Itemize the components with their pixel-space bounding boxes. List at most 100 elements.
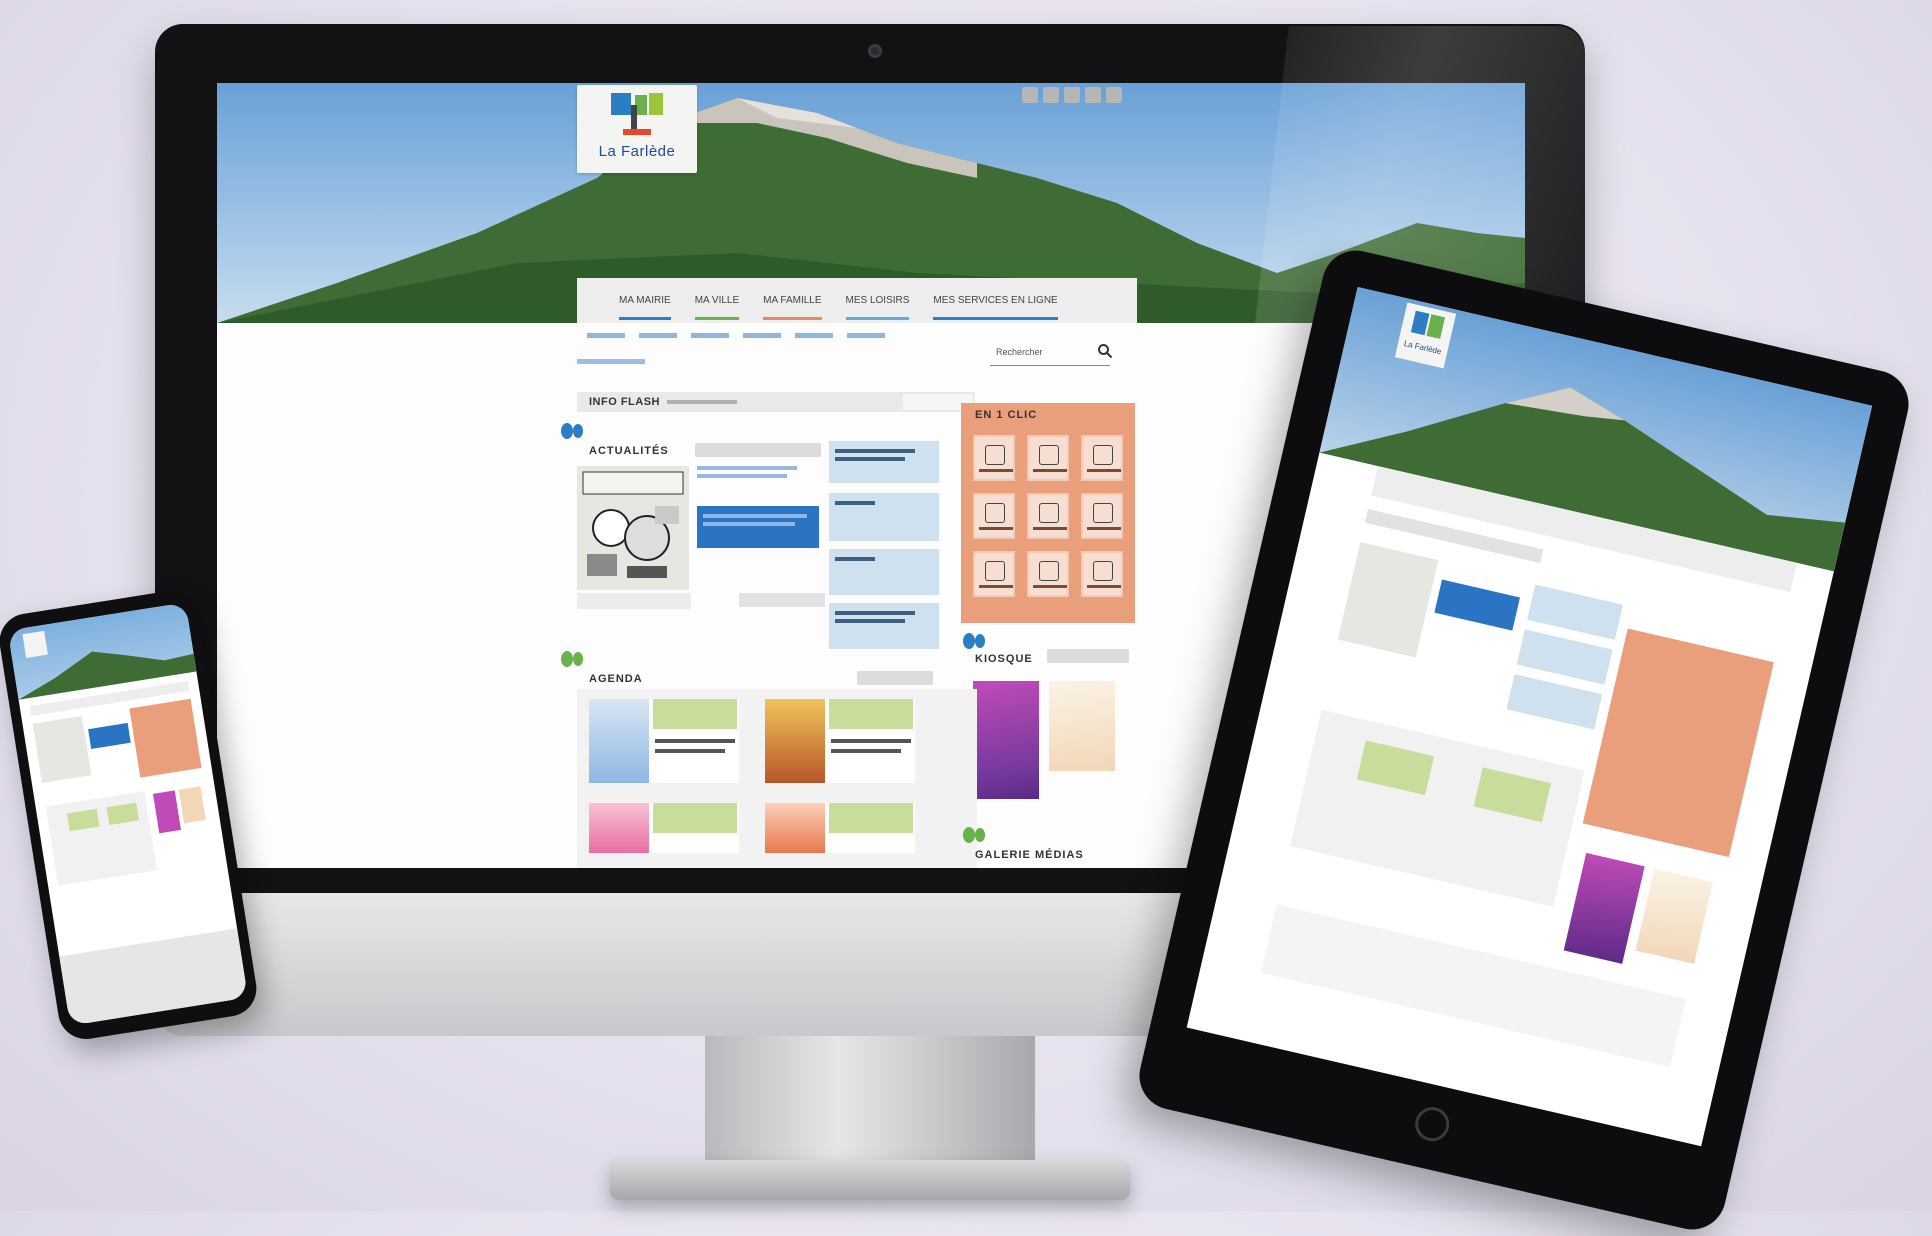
quick-link[interactable] — [691, 333, 729, 338]
shortcut-label — [979, 527, 1013, 530]
lire-la-suite-button[interactable] — [739, 593, 825, 607]
phone-news-image[interactable] — [32, 715, 92, 784]
site-logo[interactable]: La Farlède — [577, 85, 697, 173]
instagram-icon[interactable] — [1085, 87, 1101, 103]
phone-news-item-active[interactable] — [88, 722, 131, 749]
quick-link[interactable] — [743, 333, 781, 338]
tablet-kiosque-magazine[interactable] — [1563, 852, 1645, 964]
agenda-title: AGENDA — [589, 673, 643, 685]
clic-shortcut[interactable] — [973, 435, 1015, 481]
toute-actualite-button[interactable] — [695, 443, 821, 457]
phone-footer — [59, 928, 249, 1026]
phone-kiosque-magazine[interactable] — [152, 790, 181, 834]
quick-link[interactable] — [795, 333, 833, 338]
leaf-icon — [963, 633, 985, 649]
tablet-logo-text: La Farlède — [1403, 338, 1443, 357]
news-item-active[interactable] — [697, 506, 819, 548]
news-card[interactable] — [829, 493, 939, 541]
shortcut-label — [979, 469, 1013, 472]
clic-shortcut[interactable] — [1081, 435, 1123, 481]
clic-shortcut[interactable] — [1081, 493, 1123, 539]
breadcrumb[interactable] — [577, 359, 645, 364]
news-thumbnails[interactable] — [577, 593, 691, 609]
news-card[interactable] — [829, 603, 939, 649]
search-input[interactable]: Rechercher — [990, 341, 1110, 366]
event-date — [655, 749, 725, 753]
nav-ma-famille[interactable]: MA FAMILLE — [751, 278, 833, 323]
event-title — [829, 699, 913, 729]
phone-en-un-clic-panel — [129, 698, 202, 778]
tout-le-kiosque-button[interactable] — [1047, 649, 1129, 663]
nav-ma-mairie[interactable]: MA MAIRIE — [607, 278, 683, 323]
camera-icon — [868, 44, 882, 58]
agenda-event[interactable] — [765, 803, 915, 853]
logo-tree-icon — [611, 93, 663, 135]
shortcut-icon — [985, 503, 1005, 523]
phone-kiosque-magazine[interactable] — [178, 786, 206, 824]
tablet-en-un-clic-panel — [1582, 628, 1774, 858]
quick-links — [587, 333, 885, 338]
tablet-news-item-active[interactable] — [1434, 579, 1520, 631]
galerie-title: GALERIE MÉDIAS — [975, 849, 1084, 861]
tablet-kiosque-magazine[interactable] — [1635, 868, 1713, 964]
event-date — [831, 739, 911, 743]
news-card[interactable] — [829, 549, 939, 595]
event-date — [655, 739, 735, 743]
tablet-news-card[interactable] — [1527, 584, 1623, 640]
shortcut-label — [1033, 527, 1067, 530]
agenda-event[interactable] — [589, 803, 739, 853]
kiosque-title: KIOSQUE — [975, 653, 1033, 665]
tablet-news-image[interactable] — [1337, 542, 1439, 658]
agenda-event[interactable] — [765, 699, 915, 783]
phone-site-logo[interactable] — [22, 630, 48, 658]
tablet-news-card[interactable] — [1506, 674, 1603, 730]
clic-shortcut[interactable] — [1027, 435, 1069, 481]
shortcut-label — [1033, 585, 1067, 588]
search-placeholder: Rechercher — [996, 347, 1043, 357]
shortcut-icon — [1039, 445, 1059, 465]
news-image[interactable] — [577, 466, 689, 590]
shortcut-icon — [1039, 503, 1059, 523]
nav-ma-ville[interactable]: MA VILLE — [683, 278, 751, 323]
leaf-icon — [561, 423, 583, 439]
rss-icon[interactable] — [1106, 87, 1122, 103]
event-title — [653, 803, 737, 833]
tout-agenda-button[interactable] — [857, 671, 933, 685]
youtube-icon[interactable] — [1064, 87, 1080, 103]
shortcut-icon — [985, 445, 1005, 465]
phone-agenda — [45, 791, 157, 886]
nav-mes-loisirs[interactable]: MES LOISIRS — [834, 278, 922, 323]
en-un-clic-header: EN 1 CLIC — [961, 403, 1135, 425]
clic-shortcut[interactable] — [1081, 551, 1123, 597]
facebook-icon[interactable] — [1022, 87, 1038, 103]
event-image — [589, 699, 649, 783]
news-item[interactable] — [697, 466, 819, 502]
clic-shortcut[interactable] — [973, 551, 1015, 597]
search-icon[interactable] — [1097, 343, 1113, 359]
actualites-title: ACTUALITÉS — [589, 445, 669, 457]
main-nav: MA MAIRIE MA VILLE MA FAMILLE MES LOISIR… — [577, 278, 1137, 323]
nav-mes-services-en-ligne[interactable]: MES SERVICES EN LIGNE — [921, 278, 1069, 323]
logo-text: La Farlède — [598, 143, 676, 160]
news-card[interactable] — [829, 441, 939, 483]
monitor-stand — [705, 1036, 1035, 1171]
twitter-icon[interactable] — [1043, 87, 1059, 103]
info-flash-text — [667, 400, 737, 404]
clic-shortcut[interactable] — [1027, 493, 1069, 539]
quick-link[interactable] — [639, 333, 677, 338]
clic-shortcut[interactable] — [1027, 551, 1069, 597]
kiosque-magazine[interactable] — [1049, 681, 1115, 771]
leaf-icon — [561, 651, 583, 667]
event-date — [831, 749, 901, 753]
quick-link[interactable] — [847, 333, 885, 338]
event-title — [829, 803, 913, 833]
kiosque-magazine[interactable] — [973, 681, 1039, 799]
event-image — [765, 803, 825, 853]
agenda-event[interactable] — [589, 699, 739, 783]
clic-shortcut[interactable] — [973, 493, 1015, 539]
tablet-news-card[interactable] — [1516, 629, 1613, 685]
leaf-icon — [963, 827, 985, 843]
quick-link[interactable] — [587, 333, 625, 338]
shortcut-icon — [985, 561, 1005, 581]
home-button-icon[interactable] — [1411, 1103, 1453, 1145]
